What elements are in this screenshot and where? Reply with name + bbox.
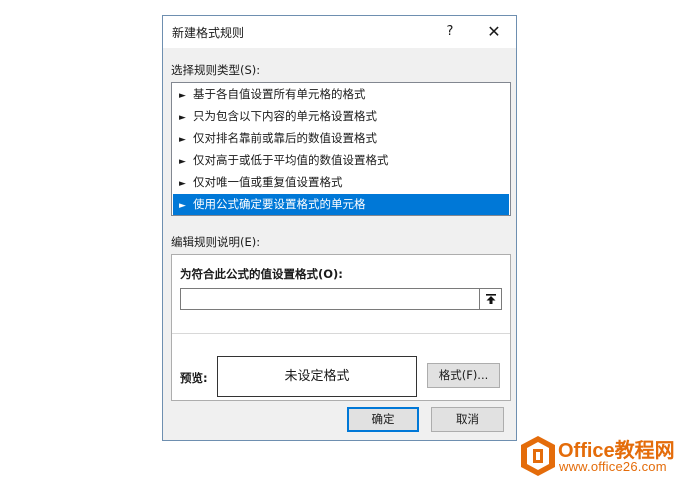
arrow-right-icon: ► [179,135,186,145]
rule-type-item[interactable]: ► 仅对唯一值或重复值设置格式 [173,172,509,193]
arrow-right-icon: ► [179,157,186,167]
rule-type-label: 选择规则类型(S): [171,63,261,77]
ok-button[interactable]: 确定 [347,407,419,432]
collapse-arrow-icon [485,294,496,304]
rule-type-label-text: 仅对排名靠前或靠后的数值设置格式 [193,131,377,145]
rule-type-item-selected[interactable]: ► 使用公式确定要设置格式的单元格 [173,194,509,215]
arrow-right-icon: ► [179,179,186,189]
rule-type-label-text: 仅对高于或低于平均值的数值设置格式 [193,153,389,167]
rule-type-label-text: 使用公式确定要设置格式的单元格 [193,197,366,211]
help-button[interactable]: ? [438,20,462,44]
format-button[interactable]: 格式(F)... [427,363,500,388]
rule-type-label-text: 基于各自值设置所有单元格的格式 [193,87,366,101]
arrow-right-icon: ► [179,91,186,101]
formula-input[interactable] [180,288,480,310]
close-button[interactable]: ✕ [481,20,507,44]
formula-label: 为符合此公式的值设置格式(O): [180,267,343,281]
rule-type-item[interactable]: ► 仅对排名靠前或靠后的数值设置格式 [173,128,509,149]
rule-type-label-text: 仅对唯一值或重复值设置格式 [193,175,343,189]
office-logo-icon [521,436,555,476]
dialog-title: 新建格式规则 [172,26,245,40]
preview-label: 预览: [180,371,208,385]
preview-box: 未设定格式 [217,356,417,397]
cancel-button[interactable]: 取消 [431,407,504,432]
office26-watermark: Office教程网 www.office26.com [517,432,680,481]
rule-type-label-text: 只为包含以下内容的单元格设置格式 [193,109,377,123]
rule-type-item[interactable]: ► 仅对高于或低于平均值的数值设置格式 [173,150,509,171]
rule-type-list[interactable]: ► 基于各自值设置所有单元格的格式 ► 只为包含以下内容的单元格设置格式 ► 仅对排名… [171,82,511,216]
rule-description-label: 编辑规则说明(E): [171,235,261,249]
arrow-right-icon: ► [179,201,186,211]
rule-description-panel: 为符合此公式的值设置格式(O): 预览: 未设定格式 格式(F)... [171,254,511,401]
watermark-url: www.office26.com [559,459,667,474]
new-format-rule-dialog: 新建格式规则 ? ✕ 选择规则类型(S): ► 基于各自值设置所有单元格的格式 ►… [162,15,517,441]
rule-type-item[interactable]: ► 基于各自值设置所有单元格的格式 [173,84,509,105]
collapse-dialog-button[interactable] [480,288,502,310]
divider [172,333,510,334]
arrow-right-icon: ► [179,113,186,123]
title-bar: 新建格式规则 ? ✕ [163,16,516,48]
rule-type-item[interactable]: ► 只为包含以下内容的单元格设置格式 [173,106,509,127]
